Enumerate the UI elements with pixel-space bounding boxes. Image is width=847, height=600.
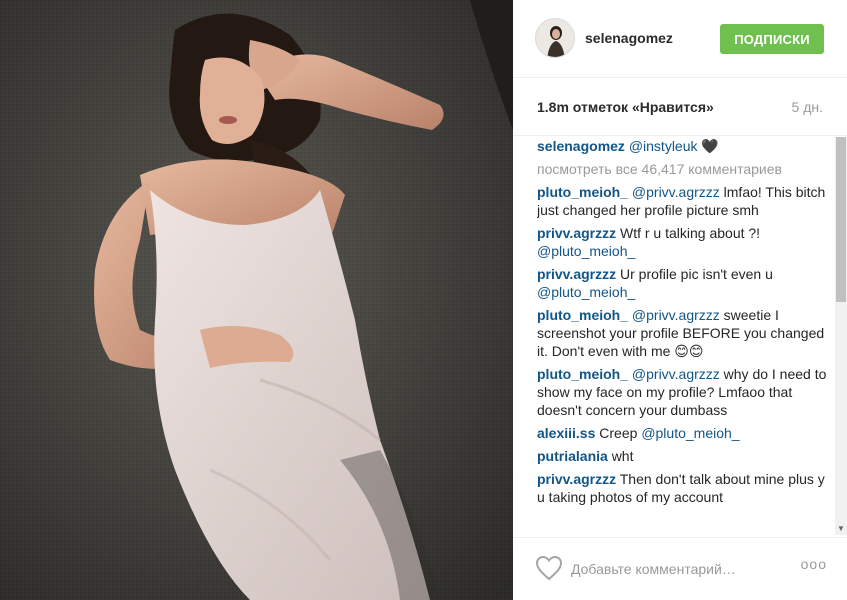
comments-list[interactable]: selenagomez @instyleuk 🖤 посмотреть все …	[537, 137, 833, 535]
avatar-image	[536, 19, 574, 57]
comment-mention[interactable]: @privv.agrzzz	[632, 307, 720, 323]
scroll-down-arrow-icon[interactable]: ▼	[835, 523, 847, 535]
comment-item: privv.agrzzz Ur profile pic isn't even u…	[537, 265, 833, 301]
likes-count[interactable]: 1.8m отметок «Нравится»	[537, 99, 714, 115]
comment-author[interactable]: pluto_meioh_	[537, 307, 628, 323]
comment-mention[interactable]: @pluto_meioh_	[537, 284, 635, 300]
comment-author[interactable]: pluto_meioh_	[537, 184, 628, 200]
comment-author[interactable]: privv.agrzzz	[537, 225, 616, 241]
post-age[interactable]: 5 дн.	[792, 99, 823, 115]
comment-mention[interactable]: @instyleuk	[629, 138, 698, 154]
comment-author[interactable]: pluto_meioh_	[537, 366, 628, 382]
comment-item: pluto_meioh_ @privv.agrzzz lmfao! This b…	[537, 183, 833, 219]
instagram-post-modal: selenagomez ПОДПИСКИ 1.8m отметок «Нрави…	[0, 0, 847, 600]
comment-text: Ur profile pic isn't even u	[620, 266, 773, 282]
caption: selenagomez @instyleuk 🖤	[537, 137, 833, 155]
comment-item: alexiii.ss Creep @pluto_meioh_	[537, 424, 833, 442]
add-comment-input[interactable]	[571, 558, 781, 580]
comment-author[interactable]: privv.agrzzz	[537, 266, 616, 282]
comment-item: privv.agrzzz Then don't talk about mine …	[537, 470, 833, 506]
comment-text: 🖤	[701, 138, 719, 154]
heart-outline-icon[interactable]	[535, 555, 563, 581]
avatar[interactable]	[535, 18, 575, 58]
photo-illustration	[0, 0, 513, 600]
comment-text: wht	[611, 448, 634, 464]
comment-author[interactable]: selenagomez	[537, 138, 625, 154]
post-sidebar: selenagomez ПОДПИСКИ 1.8m отметок «Нрави…	[513, 0, 847, 600]
more-options-icon[interactable]: ooo	[801, 556, 827, 572]
comment-item: pluto_meioh_ @privv.agrzzz why do I need…	[537, 365, 833, 419]
comment-item: pluto_meioh_ @privv.agrzzz sweetie I scr…	[537, 306, 833, 360]
follow-button[interactable]: ПОДПИСКИ	[720, 24, 824, 54]
post-photo[interactable]	[0, 0, 513, 600]
post-stats: 1.8m отметок «Нравится» 5 дн.	[513, 78, 847, 136]
comment-mention[interactable]: @privv.agrzzz	[632, 366, 720, 382]
comment-author[interactable]: alexiii.ss	[537, 425, 595, 441]
post-footer: ooo	[513, 537, 847, 600]
comments-scrollbar[interactable]: ▼	[835, 137, 847, 535]
comment-item: privv.agrzzz Wtf r u talking about ?! @p…	[537, 224, 833, 260]
comment-item: putrialania wht	[537, 447, 833, 465]
comment-mention[interactable]: @privv.agrzzz	[632, 184, 720, 200]
post-header: selenagomez ПОДПИСКИ	[513, 0, 847, 78]
post-username[interactable]: selenagomez	[585, 30, 673, 46]
comment-text: Creep	[599, 425, 638, 441]
comment-text: Wtf r u talking about ?!	[620, 225, 761, 241]
comment-author[interactable]: privv.agrzzz	[537, 471, 616, 487]
comment-author[interactable]: putrialania	[537, 448, 608, 464]
view-all-comments-link[interactable]: посмотреть все 46,417 комментариев	[537, 160, 833, 178]
comment-mention[interactable]: @pluto_meioh_	[641, 425, 739, 441]
comment-mention[interactable]: @pluto_meioh_	[537, 243, 635, 259]
scrollbar-thumb[interactable]	[836, 137, 846, 302]
